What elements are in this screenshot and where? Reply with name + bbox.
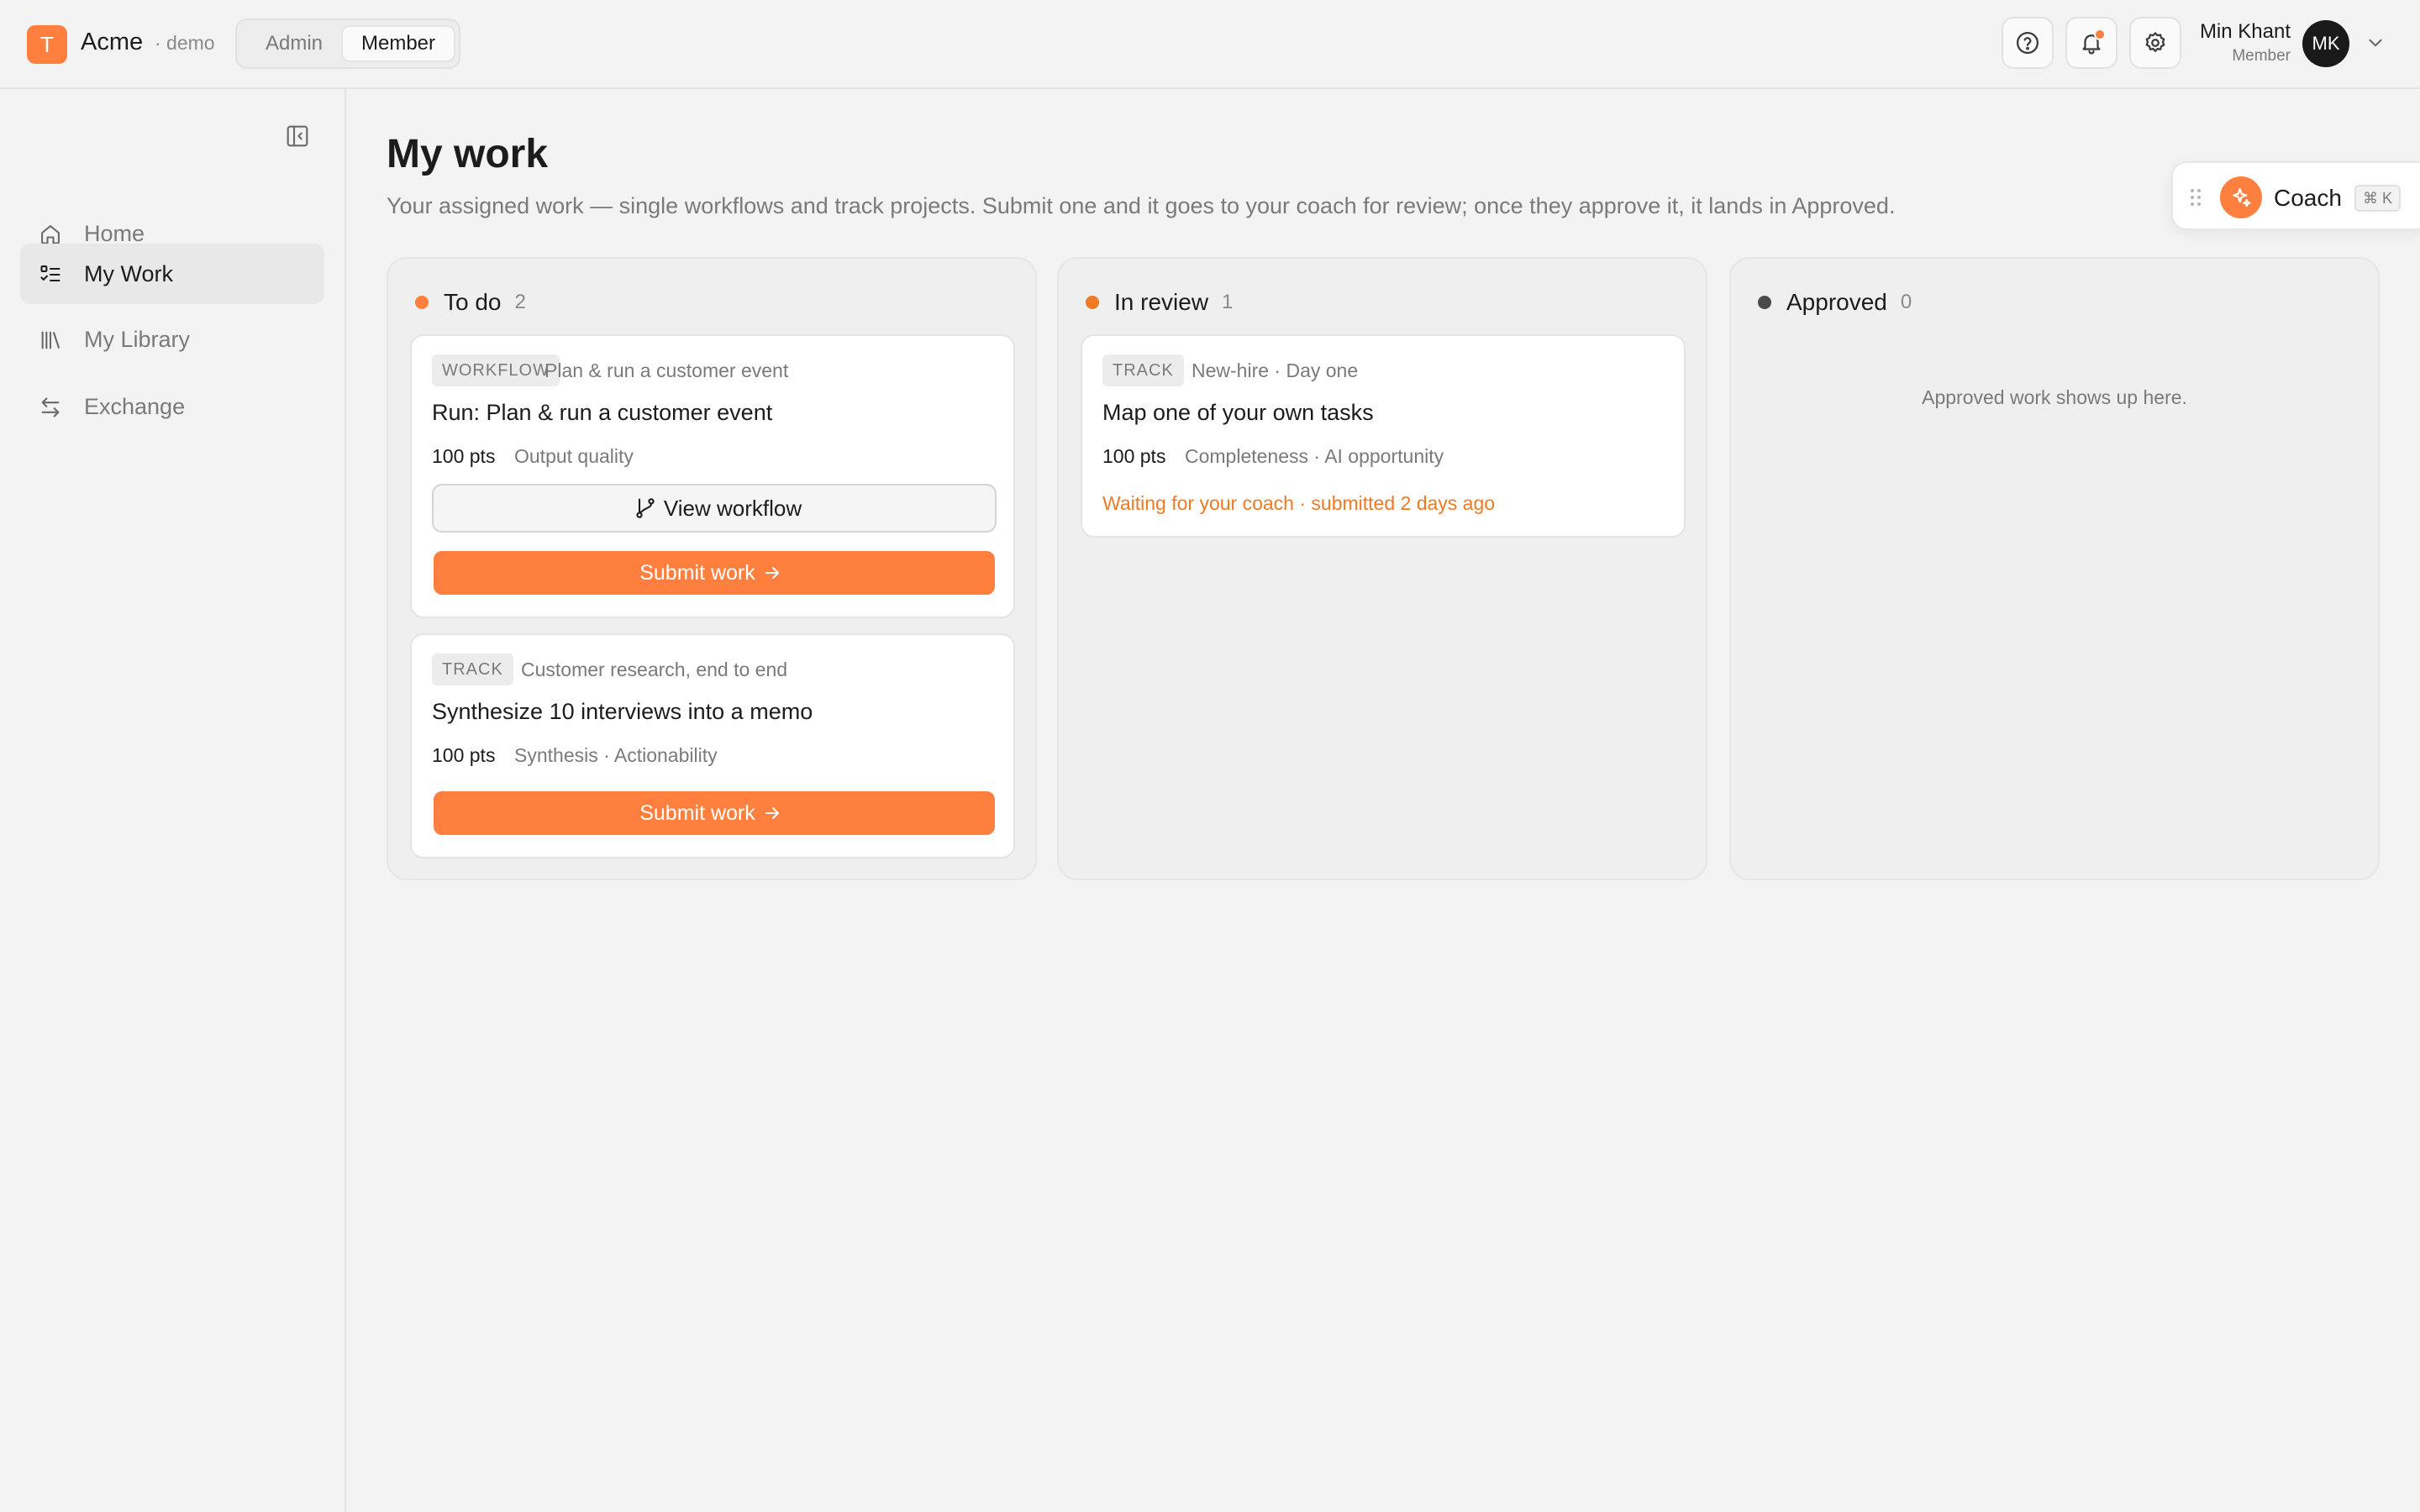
sidebar-collapse-icon[interactable] xyxy=(284,123,311,150)
submit-work-label: Submit work xyxy=(639,801,755,825)
role-member-button[interactable]: Member xyxy=(341,25,455,62)
top-bar: T Acme · demo Admin Member Min Khant Mem… xyxy=(0,0,2420,89)
arrow-right-icon xyxy=(765,807,779,819)
column-header: In review 1 xyxy=(1086,287,1233,318)
work-card[interactable]: TRACK Customer research, end to end Synt… xyxy=(410,633,1015,858)
card-points: 100 pts xyxy=(1102,445,1166,467)
sidebar-item-my-work[interactable]: My Work xyxy=(20,244,324,304)
coach-label: Coach xyxy=(2274,185,2342,211)
column-title: In review xyxy=(1114,289,1209,315)
column-approved: Approved 0 Approved work shows up here. xyxy=(1729,257,2380,880)
card-criteria: Synthesis · Actionability xyxy=(514,744,718,766)
type-tag: TRACK xyxy=(1102,354,1184,386)
arrow-right-icon xyxy=(765,567,779,579)
column-header: Approved 0 xyxy=(1758,287,1912,318)
type-tag: WORKFLOW xyxy=(432,354,560,386)
column-title: To do xyxy=(444,289,502,315)
submit-work-button[interactable]: Submit work xyxy=(434,551,995,595)
column-count: 0 xyxy=(1900,291,1912,313)
sidebar: Home My Work My Library Exchange xyxy=(0,89,346,1512)
card-title: Run: Plan & run a customer event xyxy=(432,400,773,425)
keyboard-shortcut: ⌘ K xyxy=(2354,185,2402,212)
help-icon xyxy=(2017,32,2039,54)
coach-logo xyxy=(2220,176,2262,218)
empty-state-message: Approved work shows up here. xyxy=(1922,386,2187,408)
sidebar-item-label: My Library xyxy=(84,327,191,352)
status-dot xyxy=(415,296,429,309)
role-admin-button[interactable]: Admin xyxy=(244,25,345,62)
column-count: 2 xyxy=(514,291,526,313)
user-role: Member xyxy=(2232,47,2291,65)
work-card[interactable]: TRACK New-hire · Day one Map one of your… xyxy=(1081,334,1686,538)
column-in-review: In review 1 TRACK New-hire · Day one Map… xyxy=(1057,257,1707,880)
status-dot xyxy=(1086,296,1099,309)
notifications-button[interactable] xyxy=(2065,17,2118,69)
sparkle-icon xyxy=(2233,187,2251,207)
page-subtitle: Your assigned work — single workflows an… xyxy=(387,193,1896,218)
card-points: 100 pts xyxy=(432,445,496,467)
column-todo: To do 2 WORKFLOW Plan & run a customer e… xyxy=(387,257,1037,880)
column-header: To do 2 xyxy=(415,287,526,318)
card-context: Customer research, end to end xyxy=(521,659,788,680)
card-criteria: Completeness · AI opportunity xyxy=(1185,445,1444,467)
view-workflow-label: View workflow xyxy=(663,495,802,521)
card-points: 100 pts xyxy=(432,744,496,766)
work-card[interactable]: WORKFLOW Plan & run a customer event Run… xyxy=(410,334,1015,618)
type-tag: TRACK xyxy=(432,654,513,685)
card-context: Plan & run a customer event xyxy=(544,360,789,381)
chevron-down-icon[interactable] xyxy=(2365,32,2386,54)
column-count: 1 xyxy=(1222,291,1234,313)
card-criteria: Output quality xyxy=(514,445,634,467)
sidebar-item-label: My Work xyxy=(84,261,173,286)
card-context: New-hire · Day one xyxy=(1192,360,1359,381)
submit-work-label: Submit work xyxy=(639,560,755,585)
brand-logo[interactable]: T xyxy=(27,25,67,64)
user-name: Min Khant xyxy=(2199,20,2291,43)
status-dot xyxy=(1758,296,1771,309)
view-workflow-button[interactable]: View workflow xyxy=(432,484,997,533)
role-switcher: Admin Member xyxy=(235,18,460,69)
environment-label: · demo xyxy=(155,32,215,54)
submit-work-button[interactable]: Submit work xyxy=(434,791,995,835)
exchange-icon xyxy=(41,397,60,417)
card-title: Synthesize 10 interviews into a memo xyxy=(432,699,813,724)
avatar[interactable]: MK xyxy=(2302,20,2349,67)
workflow-branch-icon xyxy=(636,498,655,518)
brand-name: Acme xyxy=(81,29,144,55)
sidebar-item-my-library[interactable]: My Library xyxy=(20,309,324,370)
settings-button[interactable] xyxy=(2129,17,2181,69)
sidebar-item-exchange[interactable]: Exchange xyxy=(20,376,324,437)
help-button[interactable] xyxy=(2002,17,2054,69)
library-icon xyxy=(41,331,60,349)
checklist-icon xyxy=(40,265,60,282)
card-title: Map one of your own tasks xyxy=(1102,400,1374,425)
review-status: Waiting for your coach · submitted 2 day… xyxy=(1102,492,1496,514)
coach-launcher[interactable]: Coach ⌘ K xyxy=(2171,161,2420,230)
column-title: Approved xyxy=(1786,289,1887,315)
gear-icon xyxy=(2145,32,2165,52)
page-title: My work xyxy=(387,132,549,176)
drag-handle-icon[interactable] xyxy=(2190,188,2202,207)
notification-dot xyxy=(2094,29,2106,40)
sidebar-item-label: Exchange xyxy=(84,394,186,419)
home-icon xyxy=(41,225,60,244)
